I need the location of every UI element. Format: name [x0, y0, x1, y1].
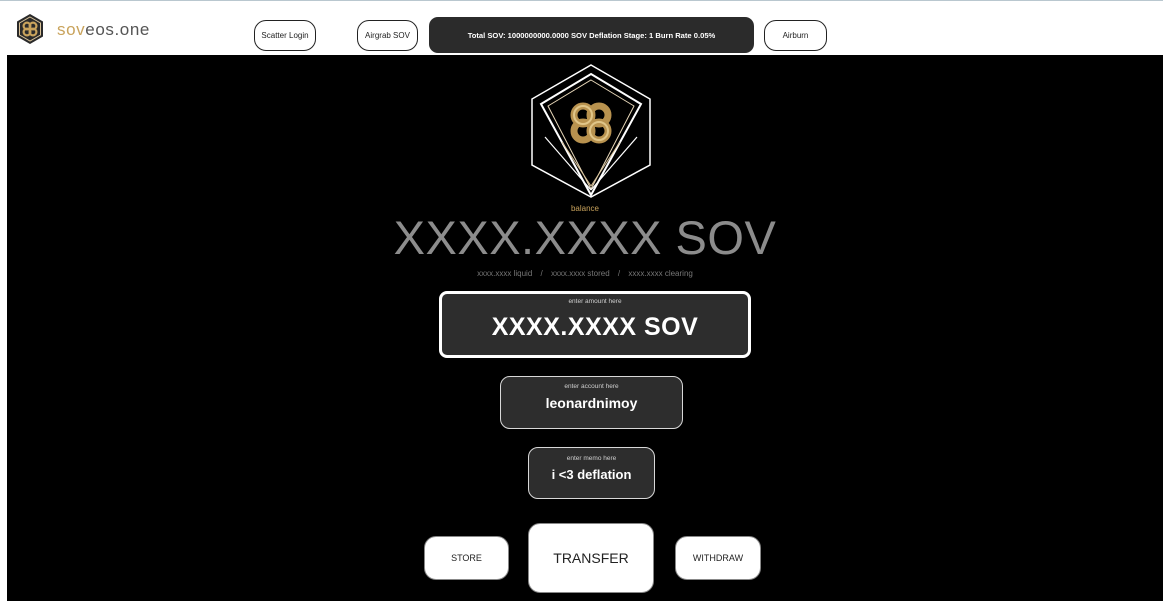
- memo-value[interactable]: i <3 deflation: [529, 467, 654, 482]
- amount-value[interactable]: XXXX.XXXX SOV: [442, 313, 748, 342]
- balance-breakdown: xxxx.xxxx liquid / xxxx.xxxx stored / xx…: [7, 269, 1163, 278]
- airburn-button[interactable]: Airburn: [764, 20, 827, 51]
- stored-balance: xxxx.xxxx stored: [550, 269, 610, 278]
- account-hint: enter account here: [564, 383, 619, 390]
- balance-value: XXXX.XXXX SOV: [393, 211, 777, 264]
- liquid-balance: xxxx.xxxx liquid: [477, 269, 533, 278]
- account-value[interactable]: leonardnimoy: [501, 395, 682, 411]
- brand-name: soveos.one: [57, 21, 150, 38]
- clearing-balance: xxxx.xxxx clearing: [628, 269, 693, 278]
- top-bar: soveos.one Scatter Login Airgrab SOV Tot…: [0, 0, 1163, 55]
- amount-input[interactable]: enter amount here XXXX.XXXX SOV: [439, 291, 751, 358]
- memo-input[interactable]: enter memo here i <3 deflation: [528, 447, 655, 499]
- account-input[interactable]: enter account here leonardnimoy: [500, 376, 683, 429]
- brand-name-rest: eos.one: [85, 19, 150, 39]
- transfer-button[interactable]: TRANSFER: [528, 523, 654, 593]
- sov-logo-icon: [17, 14, 43, 44]
- breakdown-separator: /: [540, 269, 543, 278]
- token-stats-banner: Total SOV: 1000000000.0000 SOV Deflation…: [429, 17, 754, 53]
- airgrab-sov-button[interactable]: Airgrab SOV: [357, 20, 418, 51]
- wallet-panel: balance XXXX.XXXX SOV xxxx.xxxx liquid /…: [7, 55, 1163, 601]
- scatter-login-button[interactable]: Scatter Login: [254, 20, 316, 51]
- brand-name-accent: sov: [57, 19, 86, 39]
- sov-diamond-logo-icon: [531, 64, 651, 198]
- memo-hint: enter memo here: [566, 455, 617, 462]
- amount-hint: enter amount here: [568, 298, 622, 305]
- breakdown-separator: /: [617, 269, 621, 278]
- store-button[interactable]: STORE: [424, 536, 509, 580]
- brand[interactable]: soveos.one: [14, 13, 150, 45]
- withdraw-button[interactable]: WITHDRAW: [675, 536, 761, 580]
